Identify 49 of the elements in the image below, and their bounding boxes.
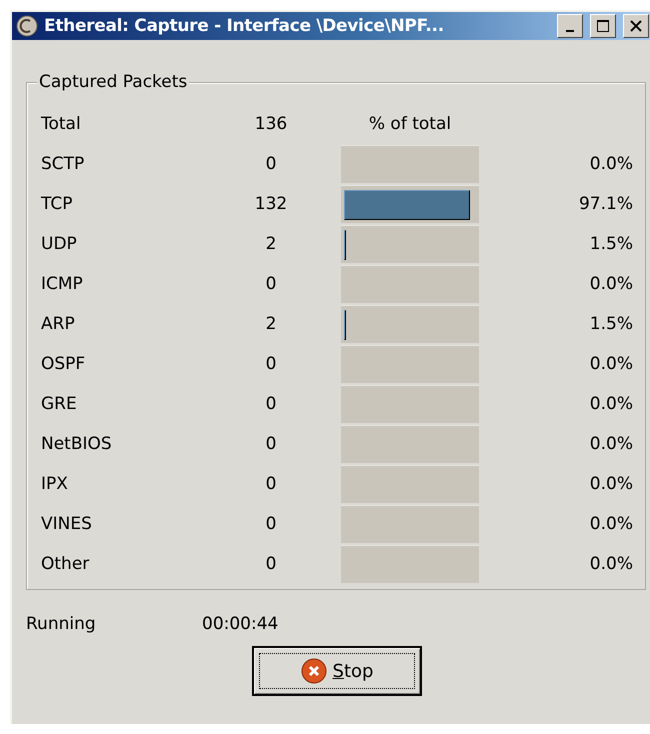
protocol-label: Other	[41, 553, 90, 576]
total-count: 136	[254, 113, 288, 136]
packet-count: 0	[264, 353, 278, 376]
percent-value: 1.5%	[588, 313, 633, 336]
percent-value: 0.0%	[588, 473, 633, 496]
percent-value: 0.0%	[588, 553, 633, 576]
minimize-button[interactable]	[557, 14, 583, 38]
protocol-label: OSPF	[41, 353, 86, 376]
close-button[interactable]	[623, 14, 649, 38]
column-heading: % of total	[368, 113, 452, 136]
window-title: Ethereal: Capture - Interface \Device\NPF...	[44, 16, 445, 36]
percent-value: 1.5%	[588, 233, 633, 256]
group-title: Captured Packets	[37, 72, 190, 92]
stop-icon	[300, 658, 327, 684]
percent-value: 0.0%	[588, 153, 633, 176]
packet-count: 2	[264, 233, 278, 256]
protocol-label: GRE	[41, 393, 78, 416]
protocol-label: SCTP	[41, 153, 86, 176]
protocol-label: IPX	[41, 473, 69, 496]
app-logo-icon	[16, 15, 38, 37]
packet-count: 0	[264, 553, 278, 576]
packet-count: 0	[264, 393, 278, 416]
packet-count: 0	[264, 513, 278, 536]
percent-value: 97.1%	[578, 193, 633, 216]
total-label: Total	[41, 113, 82, 136]
stop-button[interactable]: Stop	[252, 646, 422, 696]
maximize-button[interactable]	[590, 14, 616, 38]
protocol-label: TCP	[41, 193, 74, 216]
protocol-label: NetBIOS	[41, 433, 113, 456]
percent-value: 0.0%	[588, 273, 633, 296]
protocol-label: VINES	[41, 513, 93, 536]
packet-count: 0	[264, 473, 278, 496]
close-icon	[629, 19, 643, 33]
packet-count: 132	[254, 193, 288, 216]
packet-count: 0	[264, 433, 278, 456]
percent-value: 0.0%	[588, 433, 633, 456]
maximize-icon	[596, 19, 610, 33]
minimize-icon	[566, 30, 574, 32]
protocol-label: UDP	[41, 233, 78, 256]
packet-count: 0	[264, 153, 278, 176]
protocol-label: ARP	[41, 313, 76, 336]
packet-count: 2	[264, 313, 278, 336]
protocol-label: ICMP	[41, 273, 84, 296]
percent-value: 0.0%	[588, 393, 633, 416]
elapsed-time: 00:00:44	[202, 614, 280, 634]
packet-count: 0	[264, 273, 278, 296]
percent-value: 0.0%	[588, 513, 633, 536]
percent-value: 0.0%	[588, 353, 633, 376]
status-label: Running	[26, 614, 97, 634]
